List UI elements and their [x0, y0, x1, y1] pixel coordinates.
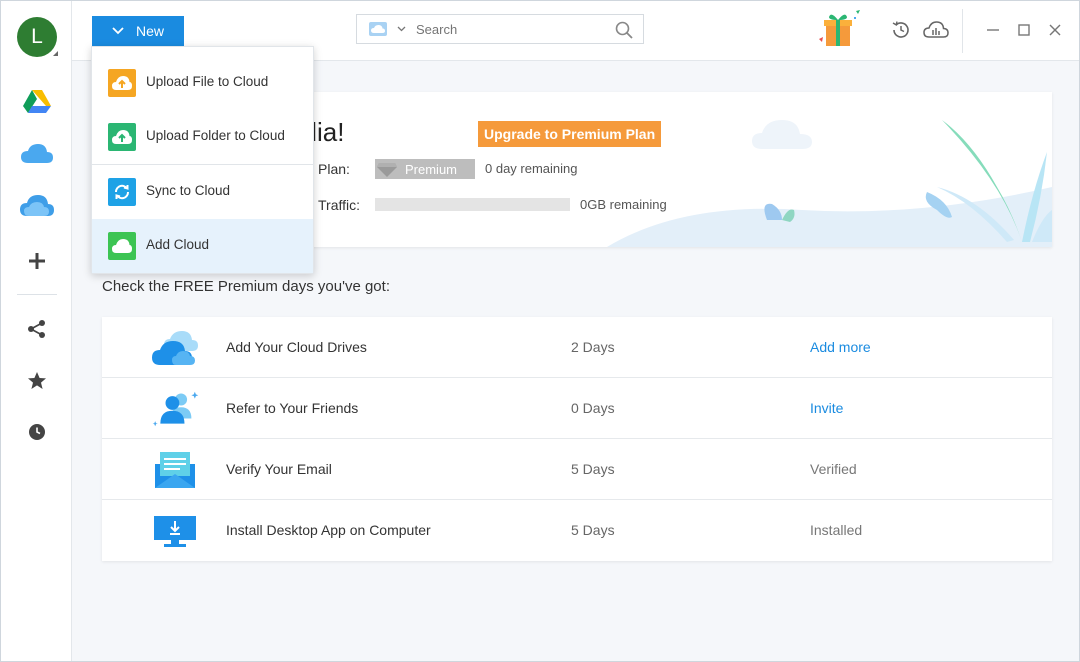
traffic-remaining: 0GB remaining: [580, 197, 667, 212]
free-days-title: Check the FREE Premium days you've got:: [102, 278, 390, 295]
history-icon[interactable]: [886, 15, 916, 45]
task-name: Refer to Your Friends: [226, 400, 359, 416]
task-row: Verify Your Email 5 Days Verified: [102, 439, 1052, 500]
cloud-filter-icon[interactable]: [369, 22, 387, 36]
invite-link[interactable]: Invite: [810, 400, 843, 416]
minimize-icon[interactable]: [978, 15, 1008, 45]
traffic-label: Traffic:: [318, 197, 361, 213]
upgrade-button[interactable]: Upgrade to Premium Plan: [478, 121, 662, 147]
banner-illustration: [607, 120, 1052, 247]
star-icon[interactable]: [19, 366, 55, 396]
task-days: 5 Days: [571, 461, 615, 477]
new-button-label: New: [135, 23, 164, 39]
verified-status: Verified: [810, 461, 857, 477]
search-box[interactable]: [356, 14, 644, 44]
menu-item-upload-file[interactable]: Upload File to Cloud: [92, 56, 313, 110]
new-button[interactable]: New: [92, 16, 184, 46]
cloud-status-icon[interactable]: [921, 15, 951, 45]
cloud-drive-icon[interactable]: [19, 190, 55, 220]
add-cloud-icon: [108, 232, 136, 260]
task-days: 0 Days: [571, 400, 615, 416]
friends-icon: [150, 388, 200, 430]
task-days: 2 Days: [571, 339, 615, 355]
cloud-drives-icon: [150, 327, 200, 369]
upload-folder-icon: [108, 123, 136, 151]
search-icon[interactable]: [615, 21, 633, 39]
add-icon[interactable]: [19, 246, 55, 276]
task-name: Add Your Cloud Drives: [226, 339, 367, 355]
plan-badge: Premium: [375, 159, 475, 179]
installed-status: Installed: [810, 522, 863, 538]
google-drive-icon[interactable]: [19, 86, 55, 116]
gift-icon[interactable]: [816, 9, 862, 49]
close-icon[interactable]: [1040, 15, 1070, 45]
upload-file-icon: [108, 69, 136, 97]
menu-item-sync-to-cloud[interactable]: Sync to Cloud: [92, 165, 313, 219]
menu-item-add-cloud[interactable]: Add Cloud: [92, 219, 313, 273]
task-name: Install Desktop App on Computer: [226, 522, 431, 538]
maximize-icon[interactable]: [1009, 15, 1039, 45]
chevron-down-icon: [112, 27, 124, 35]
avatar-caret-icon: [53, 51, 58, 56]
search-input[interactable]: [416, 21, 606, 37]
task-row: Install Desktop App on Computer 5 Days I…: [102, 500, 1052, 561]
email-icon: [150, 449, 200, 491]
free-days-list: Add Your Cloud Drives 2 Days Add more Re…: [102, 317, 1052, 561]
new-dropdown-menu: Upload File to Cloud Upload Folder to Cl…: [91, 46, 314, 274]
app-window: L New Search Upgrade to Premium Plan Pla…: [0, 0, 1080, 662]
desktop-icon: [150, 510, 200, 552]
avatar[interactable]: L: [17, 17, 57, 57]
sync-icon: [108, 178, 136, 206]
rail-divider: [17, 294, 57, 295]
topbar-divider: [962, 9, 963, 53]
traffic-progress-bar: [375, 198, 570, 211]
menu-item-label: Upload File to Cloud: [146, 74, 269, 89]
menu-item-label: Add Cloud: [146, 237, 210, 252]
plan-remaining: 0 day remaining: [485, 161, 578, 176]
task-days: 5 Days: [571, 522, 615, 538]
plan-label: Plan:: [318, 161, 350, 177]
icloud-icon[interactable]: [19, 138, 55, 168]
history-clock-icon[interactable]: [19, 417, 55, 447]
chevron-down-icon[interactable]: [397, 26, 406, 32]
share-icon[interactable]: [19, 314, 55, 344]
plan-value: Premium: [405, 161, 458, 177]
task-row: Refer to Your Friends 0 Days Invite: [102, 378, 1052, 439]
task-row: Add Your Cloud Drives 2 Days Add more: [102, 317, 1052, 378]
diamond-icon: [377, 163, 397, 177]
left-rail: L: [1, 1, 72, 661]
menu-item-label: Sync to Cloud: [146, 183, 231, 198]
add-more-link[interactable]: Add more: [810, 339, 871, 355]
menu-item-upload-folder[interactable]: Upload Folder to Cloud: [92, 110, 313, 164]
menu-item-label: Upload Folder to Cloud: [146, 128, 285, 143]
task-name: Verify Your Email: [226, 461, 332, 477]
